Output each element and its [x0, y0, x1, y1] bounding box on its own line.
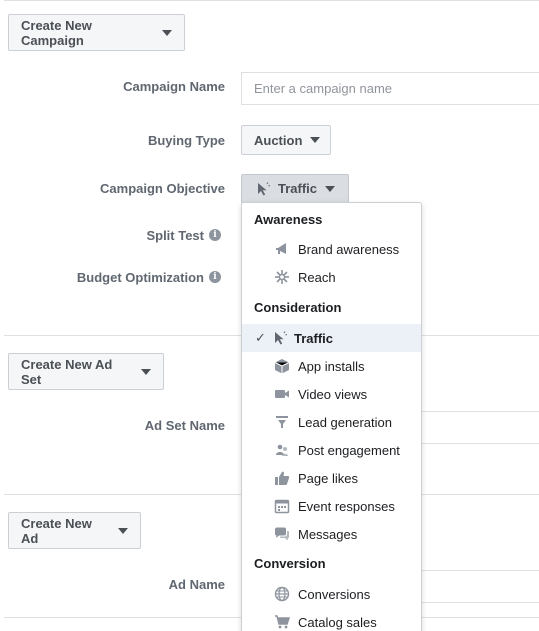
info-icon[interactable]: i — [209, 229, 221, 241]
chat-bubbles-icon — [274, 526, 290, 542]
cursor-icon — [272, 330, 288, 346]
menu-item-traffic[interactable]: ✓ Traffic — [242, 324, 421, 352]
menu-item-conversions[interactable]: Conversions — [242, 580, 421, 608]
menu-item-label: Catalog sales — [298, 614, 377, 630]
create-new-ad-button[interactable]: Create New Ad — [8, 512, 141, 549]
create-new-ad-set-button[interactable]: Create New Ad Set — [8, 353, 164, 390]
ad-set-name-label: Ad Set Name — [145, 415, 225, 435]
menu-item-post-engagement[interactable]: Post engagement — [242, 436, 421, 464]
campaign-objective-menu: Awareness Brand awareness Reach Consider… — [241, 202, 422, 631]
menu-item-event-responses[interactable]: Event responses — [242, 492, 421, 520]
menu-item-label: Lead generation — [298, 414, 392, 430]
reach-icon — [274, 269, 290, 285]
campaign-objective-label: Campaign Objective — [100, 178, 225, 198]
menu-item-label: Event responses — [298, 498, 395, 514]
budget-optimization-label-text: Budget Optimization — [76, 269, 204, 285]
menu-item-label: Traffic — [294, 330, 334, 346]
campaign-name-input[interactable]: Enter a campaign name — [241, 72, 539, 105]
menu-heading-awareness: Awareness — [254, 212, 323, 227]
chevron-down-icon — [310, 137, 321, 143]
buying-type-dropdown[interactable]: Auction — [241, 125, 331, 155]
calendar-icon — [274, 498, 290, 514]
cursor-icon — [258, 181, 270, 195]
buying-type-value: Auction — [254, 132, 303, 148]
create-new-campaign-label: Create New Campaign — [21, 17, 92, 48]
menu-item-label: Reach — [298, 269, 336, 285]
campaign-name-label-text: Campaign Name — [123, 78, 225, 94]
megaphone-icon — [274, 241, 290, 257]
funnel-icon — [274, 414, 290, 430]
info-icon[interactable]: i — [209, 271, 221, 283]
menu-item-label: App installs — [298, 358, 365, 374]
menu-heading-conversion: Conversion — [254, 556, 326, 571]
budget-optimization-label: Budget Optimization i — [77, 267, 221, 287]
split-test-label-text: Split Test — [146, 227, 204, 243]
chevron-down-icon — [325, 185, 336, 192]
menu-item-label: Brand awareness — [298, 241, 400, 257]
people-icon — [274, 442, 290, 458]
chevron-down-icon — [162, 29, 172, 36]
menu-item-label: Post engagement — [298, 442, 400, 458]
checkmark-icon: ✓ — [255, 330, 266, 345]
ad-set-name-label-text: Ad Set Name — [144, 417, 225, 433]
campaign-objective-dropdown[interactable]: Traffic — [241, 174, 349, 203]
chevron-down-icon — [118, 527, 128, 534]
create-new-ad-label: Create New Ad — [21, 515, 92, 546]
menu-item-messages[interactable]: Messages — [242, 520, 421, 548]
menu-item-reach[interactable]: Reach — [242, 263, 421, 291]
campaign-name-placeholder: Enter a campaign name — [254, 81, 393, 96]
menu-item-label: Messages — [298, 526, 358, 542]
box-icon — [274, 358, 290, 374]
split-test-label: Split Test i — [146, 225, 221, 245]
menu-item-brand-awareness[interactable]: Brand awareness — [242, 235, 421, 263]
video-camera-icon — [274, 386, 290, 402]
menu-item-lead-generation[interactable]: Lead generation — [242, 408, 421, 436]
menu-item-label: Conversions — [298, 586, 371, 602]
create-new-ad-set-label: Create New Ad Set — [21, 356, 113, 387]
menu-item-page-likes[interactable]: Page likes — [242, 464, 421, 492]
menu-item-label: Video views — [298, 386, 368, 402]
ad-name-label-text: Ad Name — [168, 576, 225, 592]
menu-item-app-installs[interactable]: App installs — [242, 352, 421, 380]
campaign-objective-value: Traffic — [278, 181, 318, 196]
globe-icon — [274, 586, 290, 602]
top-divider — [4, 0, 539, 1]
menu-item-catalog-sales[interactable]: Catalog sales — [242, 608, 421, 631]
chevron-down-icon — [141, 368, 151, 375]
ad-name-label: Ad Name — [169, 574, 225, 594]
create-new-campaign-button[interactable]: Create New Campaign — [8, 14, 185, 51]
buying-type-label: Buying Type — [148, 130, 225, 150]
cart-icon — [274, 614, 290, 630]
campaign-name-label: Campaign Name — [123, 76, 225, 96]
menu-heading-consideration: Consideration — [254, 300, 342, 315]
thumbs-up-icon — [274, 470, 290, 486]
menu-item-label: Page likes — [298, 470, 358, 486]
campaign-objective-label-text: Campaign Objective — [100, 180, 225, 196]
menu-item-video-views[interactable]: Video views — [242, 380, 421, 408]
buying-type-label-text: Buying Type — [147, 132, 225, 148]
